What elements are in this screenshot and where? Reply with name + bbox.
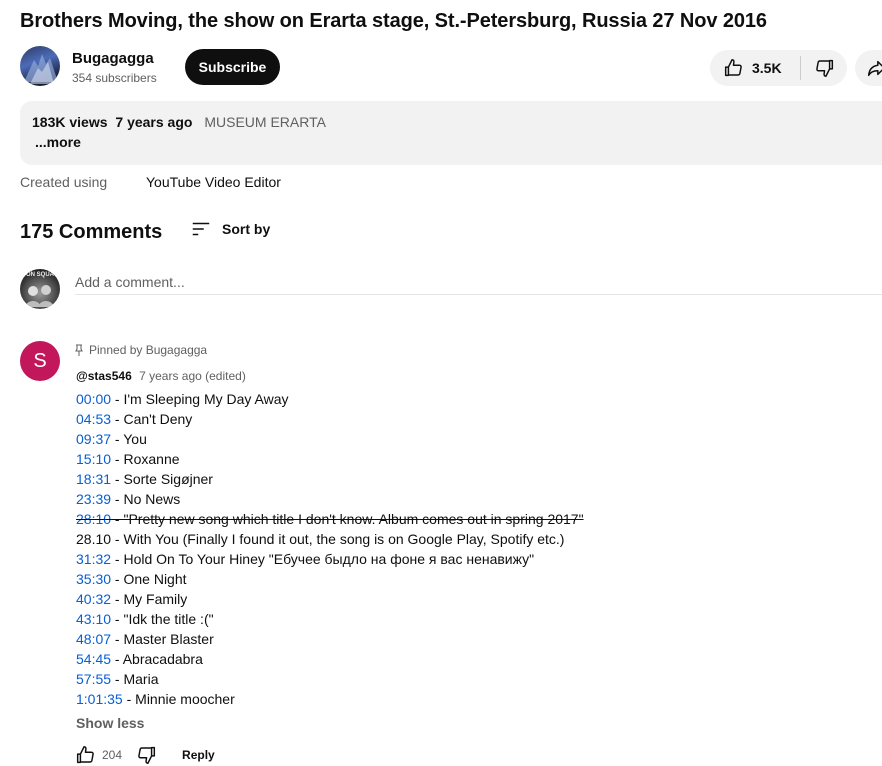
track-title: - No News bbox=[111, 491, 181, 507]
track-title: - Hold On To Your Hiney "Ебучее быдло на… bbox=[111, 551, 535, 567]
tracklist-item: 40:32 - My Family bbox=[76, 589, 584, 609]
track-title: - Roxanne bbox=[111, 451, 180, 467]
tracklist-item: 1:01:35 - Minnie moocher bbox=[76, 689, 584, 709]
tracklist-item: 54:45 - Abracadabra bbox=[76, 649, 584, 669]
commenter-avatar[interactable]: S bbox=[20, 341, 60, 381]
share-icon bbox=[867, 60, 882, 77]
like-count: 3.5K bbox=[752, 60, 782, 76]
track-title: - My Family bbox=[111, 591, 188, 607]
track-title: - Sorte Sigøjner bbox=[111, 471, 213, 487]
user-avatar[interactable]: ON SQUA bbox=[20, 269, 60, 309]
timestamp-link[interactable]: 28:10 bbox=[76, 511, 111, 527]
timestamp-link[interactable]: 43:10 bbox=[76, 611, 111, 627]
thumbs-up-icon bbox=[724, 59, 742, 77]
comment-body: 00:00 - I'm Sleeping My Day Away 04:53 - … bbox=[76, 389, 584, 709]
timestamp-link[interactable]: 54:45 bbox=[76, 651, 111, 667]
created-using-value[interactable]: YouTube Video Editor bbox=[146, 174, 281, 190]
upload-age: 7 years ago bbox=[115, 114, 193, 130]
pinned-label: Pinned by Bugagagga bbox=[89, 343, 208, 357]
timestamp-link[interactable]: 57:55 bbox=[76, 671, 111, 687]
track-title: - "Pretty new song which title I don't k… bbox=[111, 511, 584, 527]
tracklist-item: 57:55 - Maria bbox=[76, 669, 584, 689]
timestamp-link[interactable]: 18:31 bbox=[76, 471, 111, 487]
comments-count: 175 Comments bbox=[20, 221, 163, 243]
timestamp-link[interactable]: 31:32 bbox=[76, 551, 111, 567]
description-box[interactable]: 183K views 7 years ago MUSEUM ERARTA ...… bbox=[20, 101, 882, 165]
description-meta: 183K views 7 years ago MUSEUM ERARTA bbox=[32, 114, 330, 130]
reply-button[interactable]: Reply bbox=[182, 748, 215, 762]
share-button[interactable] bbox=[855, 50, 882, 86]
thumbs-down-icon bbox=[815, 59, 833, 77]
comment-header: @stas546 7 years ago (edited) bbox=[76, 369, 246, 383]
dislike-button[interactable] bbox=[801, 50, 836, 86]
tracklist-item: 31:32 - Hold On To Your Hiney "Ебучее бы… bbox=[76, 549, 584, 569]
timestamp-link[interactable]: 40:32 bbox=[76, 591, 111, 607]
tracklist-item: 43:10 - "Idk the title :(" bbox=[76, 609, 584, 629]
tracklist-item: 28.10 - With You (Finally I found it out… bbox=[76, 529, 584, 549]
timestamp-link[interactable]: 00:00 bbox=[76, 391, 111, 407]
track-title: - Can't Deny bbox=[111, 411, 193, 427]
track-title: - Master Blaster bbox=[111, 631, 214, 647]
comment-timestamp[interactable]: 7 years ago (edited) bbox=[139, 369, 246, 383]
tracklist-item: 15:10 - Roxanne bbox=[76, 449, 584, 469]
pinned-badge: Pinned by Bugagagga bbox=[75, 343, 207, 357]
track-title: 28.10 - With You (Finally I found it out… bbox=[76, 531, 565, 547]
add-comment-input[interactable] bbox=[75, 270, 882, 295]
timestamp-link[interactable]: 09:37 bbox=[76, 431, 111, 447]
tracklist-item: 09:37 - You bbox=[76, 429, 584, 449]
like-dislike-bar: 3.5K bbox=[710, 50, 847, 86]
track-title: - One Night bbox=[111, 571, 187, 587]
timestamp-link[interactable]: 15:10 bbox=[76, 451, 111, 467]
description-more-button[interactable]: ...more bbox=[35, 134, 81, 150]
created-using-label: Created using bbox=[20, 174, 108, 190]
tracklist-item: 28:10 - "Pretty new song which title I d… bbox=[76, 509, 584, 529]
video-title: Brothers Moving, the show on Erarta stag… bbox=[20, 10, 767, 32]
comment-dislike-icon[interactable] bbox=[136, 744, 158, 766]
pin-icon bbox=[75, 344, 83, 356]
show-less-button[interactable]: Show less bbox=[76, 715, 144, 731]
channel-avatar[interactable] bbox=[20, 46, 60, 86]
track-title: - You bbox=[111, 431, 147, 447]
comment-like-count: 204 bbox=[102, 748, 123, 762]
tracklist-item: 04:53 - Can't Deny bbox=[76, 409, 584, 429]
track-title: - I'm Sleeping My Day Away bbox=[111, 391, 289, 407]
tracklist-item: 48:07 - Master Blaster bbox=[76, 629, 584, 649]
track-title: - Maria bbox=[111, 671, 159, 687]
track-title: - "Idk the title :(" bbox=[111, 611, 214, 627]
channel-name[interactable]: Bugagagga bbox=[72, 50, 154, 67]
tracklist-item: 35:30 - One Night bbox=[76, 569, 584, 589]
tracklist-item: 18:31 - Sorte Sigøjner bbox=[76, 469, 584, 489]
timestamp-link[interactable]: 35:30 bbox=[76, 571, 111, 587]
tracklist-item: 00:00 - I'm Sleeping My Day Away bbox=[76, 389, 584, 409]
tracklist-item: 23:39 - No News bbox=[76, 489, 584, 509]
comment-author[interactable]: @stas546 bbox=[76, 369, 132, 383]
timestamp-link[interactable]: 48:07 bbox=[76, 631, 111, 647]
channel-avatar-image bbox=[24, 54, 58, 84]
user-avatar-text: ON SQUA bbox=[25, 272, 54, 278]
track-title: - Abracadabra bbox=[111, 651, 203, 667]
timestamp-link[interactable]: 1:01:35 bbox=[76, 691, 123, 707]
sort-by-label: Sort by bbox=[222, 221, 271, 237]
timestamp-link[interactable]: 04:53 bbox=[76, 411, 111, 427]
sort-by-button[interactable]: Sort by bbox=[190, 218, 270, 240]
sort-icon bbox=[192, 222, 210, 236]
subscriber-count: 354 subscribers bbox=[72, 71, 157, 85]
like-button[interactable]: 3.5K bbox=[710, 50, 782, 86]
timestamp-link[interactable]: 23:39 bbox=[76, 491, 111, 507]
location-link[interactable]: MUSEUM ERARTA bbox=[204, 114, 326, 130]
view-count: 183K views bbox=[32, 114, 108, 130]
comment-like-icon[interactable] bbox=[74, 744, 96, 766]
comment-actions: 204 Reply bbox=[74, 744, 215, 766]
track-title: - Minnie moocher bbox=[122, 691, 235, 707]
subscribe-button[interactable]: Subscribe bbox=[185, 49, 280, 85]
